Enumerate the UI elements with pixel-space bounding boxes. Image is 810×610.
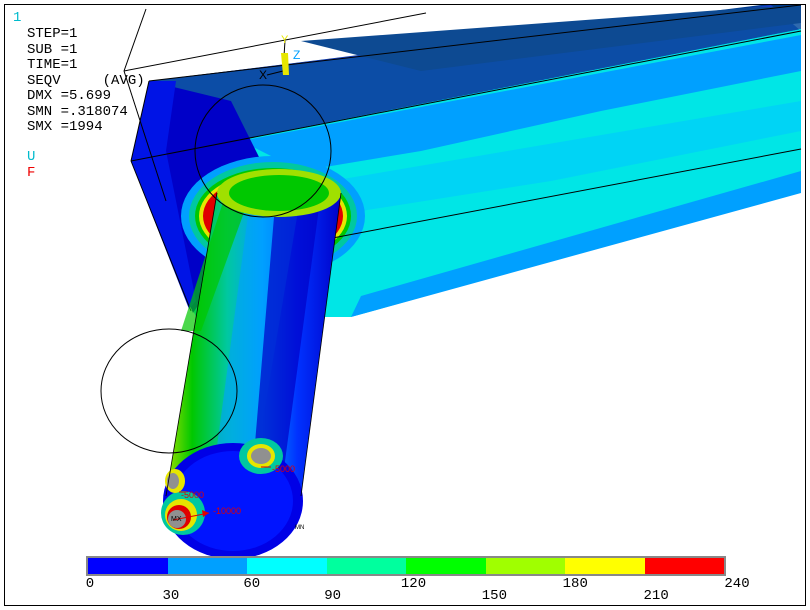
color-bar-tick-label: 150 xyxy=(481,588,507,604)
color-bar-segment xyxy=(485,558,565,574)
color-bar-segment xyxy=(326,558,406,574)
color-bar-segment xyxy=(167,558,247,574)
color-bar-segment xyxy=(88,558,168,574)
result-info-block: STEP=1 SUB =1 TIME=1 SEQV (AVG) DMX =5.6… xyxy=(27,26,145,136)
color-bar-segment xyxy=(644,558,724,574)
window-number: 1 xyxy=(13,10,22,26)
graphics-window[interactable]: Y Z X -5000 -10000 -5000 MX MN 1 STEP=1 … xyxy=(4,4,806,606)
color-bar-segment xyxy=(406,558,486,574)
legend-u-symbol: U xyxy=(27,149,36,165)
color-bar-tick-label: 30 xyxy=(162,588,180,604)
color-bar-segment xyxy=(247,558,327,574)
info-step: STEP=1 xyxy=(27,26,78,42)
color-bar-tick-label: 180 xyxy=(562,576,588,592)
color-bar-tick-label: 90 xyxy=(324,588,342,604)
triad-x-label: X xyxy=(259,68,267,82)
color-bar-tick-label: 120 xyxy=(400,576,427,592)
force-label-1: -5000 xyxy=(181,490,204,500)
legend-f-symbol: F xyxy=(27,165,36,181)
info-dmx: DMX =5.699 xyxy=(27,88,112,104)
info-time: TIME=1 xyxy=(27,57,78,73)
info-smx: SMX =1994 xyxy=(27,119,103,135)
contour-color-bar xyxy=(86,556,726,576)
triad-z-label: Z xyxy=(293,48,300,62)
mx-marker: MX xyxy=(171,516,182,523)
color-bar-tick-label: 0 xyxy=(85,576,95,592)
info-sub: SUB =1 xyxy=(27,41,78,58)
info-smn: SMN =.318074 xyxy=(27,103,128,120)
force-label-3: -5000 xyxy=(272,464,295,474)
color-bar-tick-label: 60 xyxy=(243,576,261,592)
info-seqv: SEQV (AVG) xyxy=(27,72,145,89)
mn-marker: MN xyxy=(295,525,304,531)
color-bar-segment xyxy=(565,558,645,574)
color-bar-tick-label: 210 xyxy=(643,588,669,604)
color-bar-tick-label: 240 xyxy=(724,576,750,592)
triad-y-label: Y xyxy=(281,34,289,46)
force-label-2: -10000 xyxy=(213,506,241,516)
